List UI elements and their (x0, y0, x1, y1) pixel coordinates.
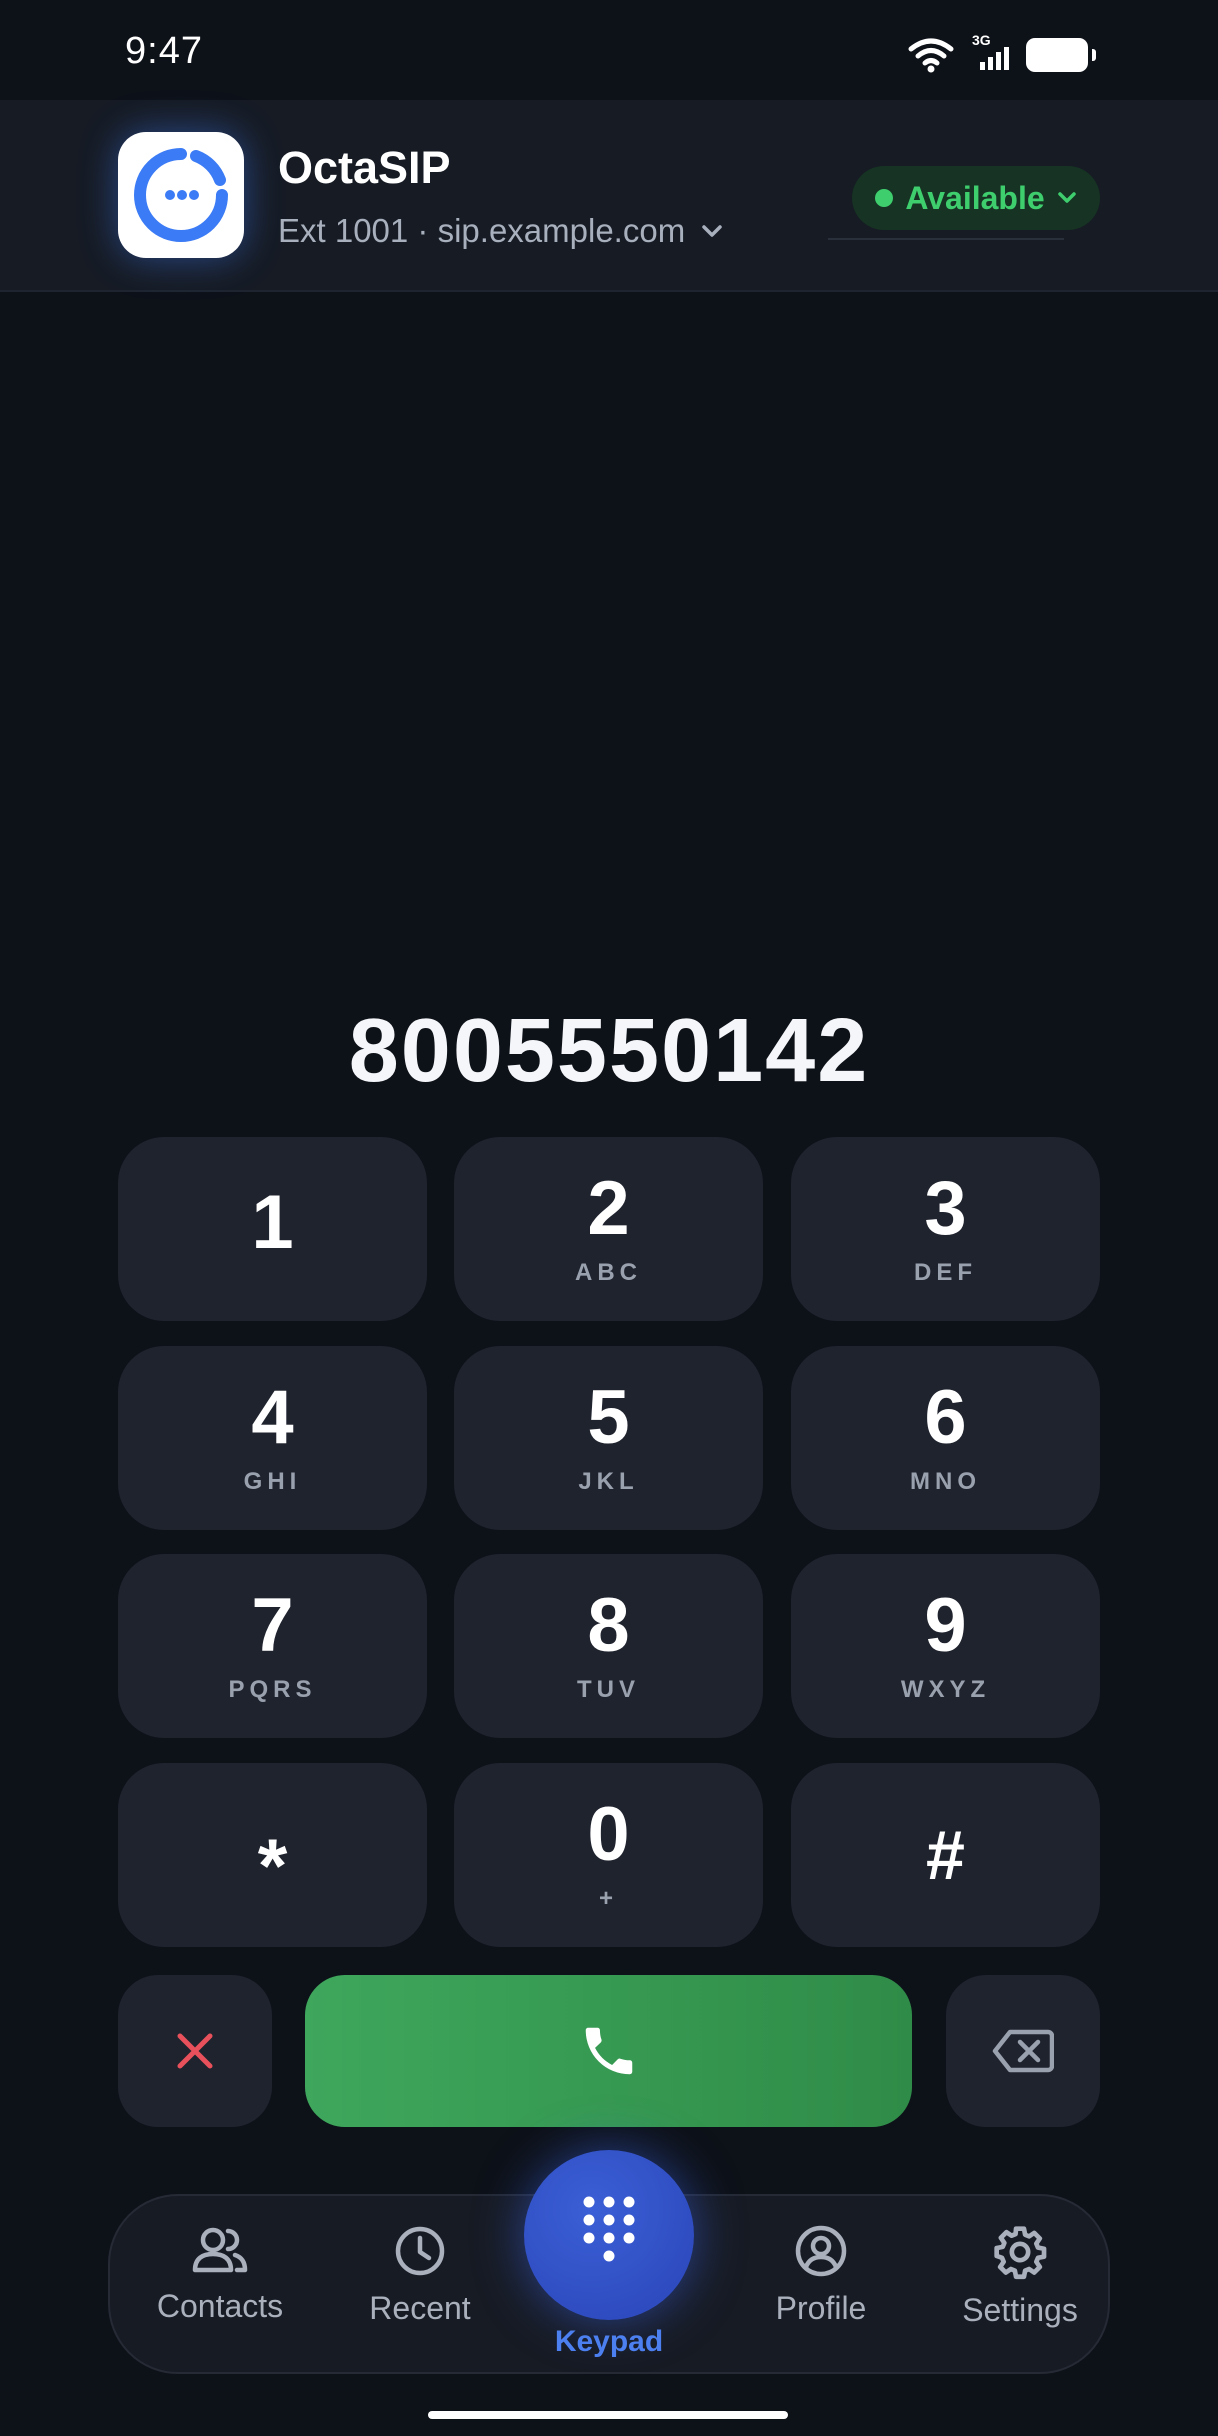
key-digit: 6 (924, 1375, 967, 1460)
key-letters: + (598, 1885, 618, 1912)
status-icons: 3G (908, 32, 1096, 74)
cellular-signal-icon: 3G (968, 32, 1012, 74)
key-digit: 5 (587, 1375, 630, 1460)
gear-icon (994, 2226, 1047, 2280)
key-digit: 4 (251, 1375, 294, 1460)
chevron-down-icon (1057, 192, 1076, 203)
close-icon (177, 2033, 213, 2069)
nav-label: Settings (962, 2292, 1078, 2328)
key-5[interactable]: 5 JKL (454, 1346, 763, 1530)
key-digit: 8 (587, 1583, 630, 1668)
nav-label: Profile (775, 2290, 867, 2326)
nav-label: Recent (369, 2290, 471, 2326)
key-0[interactable]: 0 + (454, 1763, 763, 1947)
call-button[interactable] (305, 1975, 912, 2127)
clear-button[interactable] (118, 1975, 272, 2127)
app-header: OctaSIP Ext 1001 · sip.example.com Avail… (0, 100, 1218, 292)
key-digit: * (257, 1824, 288, 1909)
key-2[interactable]: 2 ABC (454, 1137, 763, 1321)
key-digit: 0 (587, 1792, 630, 1877)
key-digit: 2 (587, 1166, 630, 1251)
key-letters: PQRS (228, 1676, 317, 1703)
phone-icon (585, 2027, 632, 2075)
key-7[interactable]: 7 PQRS (118, 1554, 427, 1738)
key-hash[interactable]: # (791, 1763, 1100, 1947)
clock-icon (395, 2226, 445, 2276)
key-letters: JKL (578, 1468, 639, 1495)
profile-icon (795, 2225, 847, 2277)
account-label: Ext 1001 · sip.example.com (278, 212, 686, 249)
key-letters: MNO (910, 1468, 981, 1495)
status-time: 9:47 (125, 30, 203, 72)
home-indicator[interactable] (428, 2411, 788, 2419)
account-selector[interactable]: Ext 1001 · sip.example.com (278, 212, 723, 250)
app-name: OctaSIP (278, 142, 451, 193)
key-digit: 3 (924, 1166, 967, 1251)
key-digit: # (926, 1816, 965, 1894)
key-4[interactable]: 4 GHI (118, 1346, 427, 1530)
key-letters: TUV (577, 1676, 640, 1703)
dialed-number-display[interactable]: 8005550142 (0, 1000, 1218, 1103)
nav-keypad-button[interactable] (524, 2150, 694, 2320)
nav-keypad-label: Keypad (554, 2325, 664, 2358)
key-8[interactable]: 8 TUV (454, 1554, 763, 1738)
wifi-icon (908, 38, 954, 73)
key-digit: 1 (251, 1180, 294, 1265)
key-digit: 7 (251, 1583, 294, 1668)
key-1[interactable]: 1 (118, 1137, 427, 1321)
key-letters: WXYZ (900, 1676, 991, 1703)
dialpad-icon (583, 2196, 635, 2262)
key-9[interactable]: 9 WXYZ (791, 1554, 1100, 1738)
app-logo (118, 132, 244, 258)
presence-dot-icon (875, 189, 894, 207)
key-letters: ABC (575, 1259, 642, 1286)
key-6[interactable]: 6 MNO (791, 1346, 1100, 1530)
presence-status-button[interactable]: Available (852, 166, 1100, 230)
chat-bubble-logo-icon (134, 148, 228, 242)
backspace-icon (992, 2029, 1054, 2073)
contacts-icon (192, 2227, 248, 2273)
key-letters: DEF (914, 1259, 977, 1286)
status-bar: 9:47 3G (0, 0, 1218, 100)
key-digit: 9 (924, 1583, 967, 1668)
divider (828, 238, 1064, 240)
backspace-button[interactable] (946, 1975, 1100, 2127)
key-star[interactable]: * (118, 1763, 427, 1947)
battery-icon (1026, 38, 1096, 72)
key-letters: GHI (243, 1468, 302, 1495)
nav-label: Contacts (156, 2288, 284, 2324)
chevron-down-icon (702, 225, 722, 237)
key-3[interactable]: 3 DEF (791, 1137, 1100, 1321)
presence-label: Available (905, 179, 1045, 216)
